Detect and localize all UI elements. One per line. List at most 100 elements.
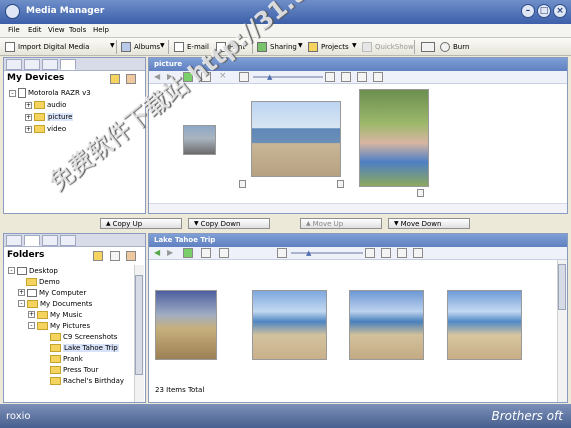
copy-down-button[interactable]: ▼ Copy Down: [188, 218, 270, 229]
tree-item-c9-screenshots[interactable]: C9 Screenshots: [50, 331, 134, 342]
tree-label: audio: [47, 101, 67, 109]
photo-thumbnail-kids[interactable]: [359, 89, 429, 187]
thumbnails-view-icon[interactable]: [397, 248, 407, 258]
albums-label: Albums: [134, 43, 161, 51]
zoom-slider-thumb[interactable]: ▲: [306, 249, 311, 257]
tab-folders[interactable]: [24, 59, 40, 70]
expand-icon[interactable]: +: [18, 289, 25, 296]
sort-icon[interactable]: [341, 72, 351, 82]
menu-view[interactable]: View: [48, 26, 65, 34]
tab-phone[interactable]: [60, 235, 76, 246]
details-view-icon[interactable]: [373, 72, 383, 82]
menu-help[interactable]: Help: [93, 26, 109, 34]
brothersoft-watermark: Brothers oft: [491, 409, 563, 423]
zoom-in-icon[interactable]: [325, 72, 335, 82]
quickshow-button[interactable]: QuickShow: [362, 41, 414, 53]
burn-button[interactable]: Burn: [440, 41, 469, 53]
zoom-out-icon[interactable]: [277, 248, 287, 258]
scrollbar-thumb[interactable]: [558, 264, 566, 310]
photo-thumbnail-beach-2[interactable]: [349, 290, 424, 360]
minimize-button[interactable]: –: [521, 4, 535, 18]
tree-item-rachels-birthday[interactable]: Rachel's Birthday: [50, 375, 134, 386]
photo-thumbnail-statue[interactable]: [155, 290, 217, 360]
dvd-button[interactable]: [421, 41, 435, 53]
new-folder-icon[interactable]: [110, 74, 120, 84]
collapse-icon[interactable]: -: [9, 89, 16, 97]
zoom-slider[interactable]: [253, 76, 323, 78]
maximize-button[interactable]: □: [537, 4, 551, 18]
zoom-out-icon[interactable]: [239, 72, 249, 82]
expand-icon[interactable]: +: [25, 101, 32, 109]
tab-folders[interactable]: [24, 235, 40, 246]
rotate-icon[interactable]: [219, 248, 229, 258]
folder-icon: [308, 42, 318, 52]
menu-tools[interactable]: Tools: [69, 26, 86, 34]
sharing-button[interactable]: Sharing: [257, 41, 297, 53]
collapse-icon[interactable]: -: [8, 267, 15, 274]
photo-thumbnail-beach-1[interactable]: [252, 290, 327, 360]
tree-item-demo[interactable]: Demo: [26, 276, 134, 287]
scrollbar-thumb[interactable]: [135, 275, 143, 375]
tab-albums[interactable]: [42, 235, 58, 246]
projects-button[interactable]: Projects: [308, 41, 349, 53]
tab-devices[interactable]: [6, 59, 22, 70]
tab-albums[interactable]: [42, 59, 58, 70]
thumbnails-view-icon[interactable]: [357, 72, 367, 82]
zoom-slider-thumb[interactable]: ▲: [267, 73, 272, 81]
photo-thumbnail-beach-3[interactable]: [447, 290, 522, 360]
toolbar-separator: [168, 40, 169, 54]
tree-item-desktop[interactable]: - Desktop: [8, 265, 134, 276]
expand-icon[interactable]: +: [25, 125, 32, 133]
tree-item-my-music[interactable]: + My Music: [28, 309, 134, 320]
folder-icon: [37, 321, 48, 330]
tree-item-device[interactable]: - Motorola RAZR v3: [9, 87, 139, 99]
forward-arrow-icon[interactable]: ▶: [167, 248, 173, 257]
sort-icon[interactable]: [381, 248, 391, 258]
collapse-icon[interactable]: -: [28, 322, 35, 329]
dvd-icon: [421, 42, 435, 52]
tree-label: Motorola RAZR v3: [28, 89, 91, 97]
album-scrollbar[interactable]: [557, 260, 567, 402]
photo-thumbnail-small[interactable]: [183, 125, 216, 155]
menu-file[interactable]: File: [8, 26, 20, 34]
close-button[interactable]: ×: [553, 4, 567, 18]
details-view-icon[interactable]: [413, 248, 423, 258]
move-down-button[interactable]: ▼ Move Down: [388, 218, 470, 229]
tree-item-lake-tahoe-trip[interactable]: Lake Tahoe Trip: [50, 342, 134, 353]
transfer-button-strip: ▲ Copy Up ▼ Copy Down ▲ Move Up ▼ Move D…: [0, 215, 571, 232]
refresh-icon[interactable]: [183, 248, 193, 258]
expand-icon[interactable]: +: [28, 311, 35, 318]
expand-icon[interactable]: +: [25, 113, 32, 121]
folder-icon: [34, 113, 45, 121]
monitor-icon: [5, 42, 15, 52]
tree-item-my-pictures[interactable]: - My Pictures: [28, 320, 134, 331]
arrow-down-icon: ▼: [194, 220, 199, 227]
tree-label: Desktop: [29, 266, 58, 275]
projects-dropdown-icon[interactable]: ▼: [352, 42, 357, 49]
tree-item-my-documents[interactable]: - My Documents: [18, 298, 134, 309]
tab-phone[interactable]: [60, 59, 76, 70]
menu-edit[interactable]: Edit: [28, 26, 42, 34]
folder-options-icon[interactable]: [126, 74, 136, 84]
zoom-in-icon[interactable]: [365, 248, 375, 258]
albums-dropdown-icon[interactable]: ▼: [160, 42, 165, 49]
open-icon[interactable]: [201, 248, 211, 258]
tree-item-my-computer[interactable]: + My Computer: [18, 287, 134, 298]
new-folder-icon[interactable]: [93, 251, 103, 261]
move-up-button[interactable]: ▲ Move Up: [300, 218, 382, 229]
albums-button[interactable]: Albums: [121, 41, 160, 53]
import-dropdown-icon[interactable]: ▼: [110, 42, 115, 49]
folder-list-icon[interactable]: [110, 251, 120, 261]
tab-devices[interactable]: [6, 235, 22, 246]
sharing-dropdown-icon[interactable]: ▼: [298, 42, 303, 49]
collapse-icon[interactable]: -: [18, 300, 25, 307]
zoom-slider[interactable]: [291, 252, 363, 254]
tree-item-press-tour[interactable]: Press Tour: [50, 364, 134, 375]
copy-up-button[interactable]: ▲ Copy Up: [100, 218, 182, 229]
folders-scrollbar[interactable]: [134, 265, 144, 402]
folder-options-icon[interactable]: [126, 251, 136, 261]
tree-item-prank[interactable]: Prank: [50, 353, 134, 364]
photo-thumbnail-beach-man[interactable]: [251, 101, 341, 177]
back-arrow-icon[interactable]: ◀: [154, 248, 160, 257]
import-button[interactable]: Import Digital Media: [5, 41, 89, 53]
